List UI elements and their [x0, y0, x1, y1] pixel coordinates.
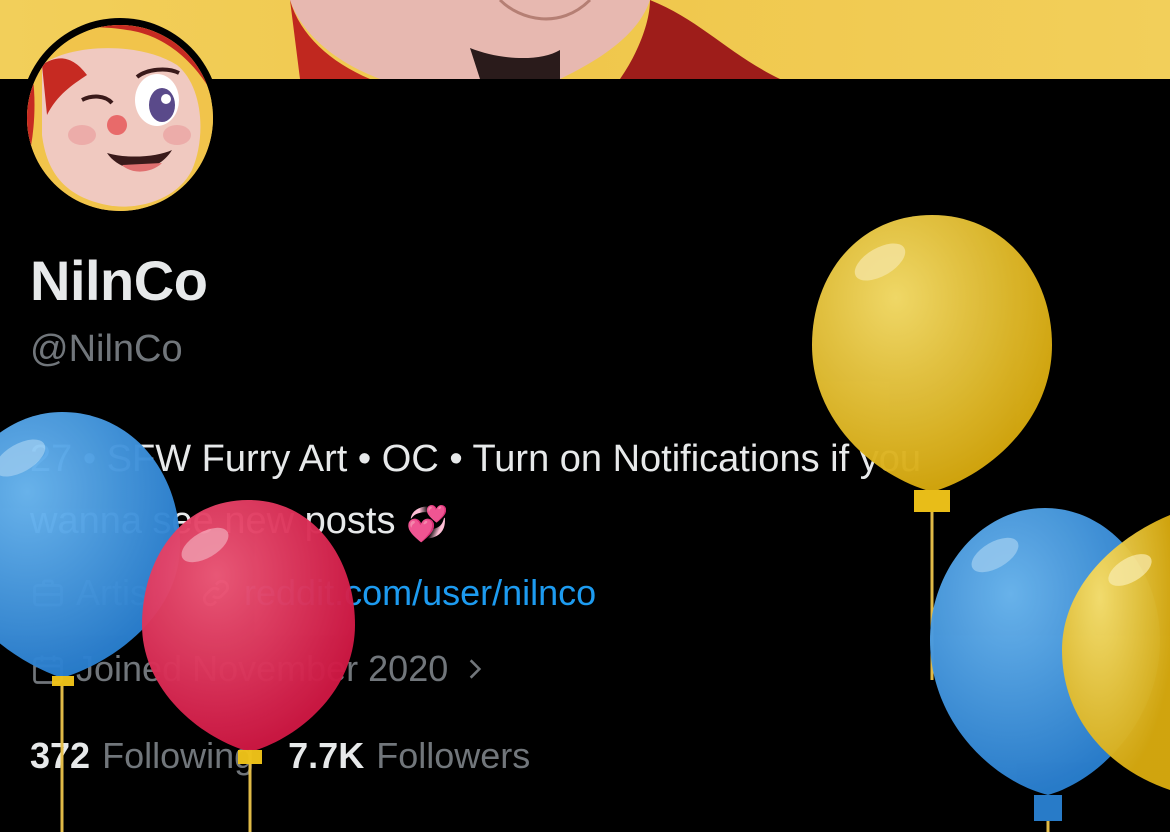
website-link[interactable]: reddit.com/user/nilnco	[244, 572, 596, 614]
calendar-icon	[33, 655, 63, 684]
bio-line-2-text: wanna see new posts	[30, 500, 396, 542]
profile-meta-row: Artist reddit.com/user/nilnco	[30, 572, 636, 614]
avatar-image	[27, 25, 213, 211]
briefcase-icon	[33, 579, 63, 607]
balloon-blue-right	[930, 508, 1160, 832]
profession-item: Artist	[30, 572, 158, 614]
following-link[interactable]: 372 Following	[30, 735, 254, 777]
follow-stats: 372 Following 7.7K Followers	[30, 735, 564, 777]
link-icon	[202, 579, 230, 607]
followers-link[interactable]: 7.7K Followers	[288, 735, 530, 777]
profession-label: Artist	[76, 572, 159, 613]
balloon-yellow-right	[1062, 515, 1170, 790]
profile-bio: 27 • SFW Furry Art • OC • Turn on Notifi…	[30, 428, 1140, 555]
joined-item[interactable]: Joined November 2020	[30, 648, 498, 690]
two-hearts-emoji: 💞	[406, 505, 449, 543]
bio-line-1: 27 • SFW Furry Art • OC • Turn on Notifi…	[30, 438, 921, 480]
bio-line-2: wanna see new posts 💞	[30, 490, 1140, 555]
following-count: 372	[30, 735, 91, 776]
profile-avatar[interactable]	[20, 18, 220, 218]
website-item[interactable]: reddit.com/user/nilnco	[198, 572, 596, 614]
followers-label: Followers	[376, 735, 531, 776]
joined-row[interactable]: Joined November 2020	[30, 648, 538, 690]
display-name: NilnCo	[30, 249, 208, 312]
joined-date: Joined November 2020	[76, 648, 449, 689]
following-label: Following	[102, 735, 255, 776]
followers-count: 7.7K	[288, 735, 365, 776]
user-handle: @NilnCo	[30, 328, 183, 370]
chevron-right-icon[interactable]	[462, 654, 488, 684]
